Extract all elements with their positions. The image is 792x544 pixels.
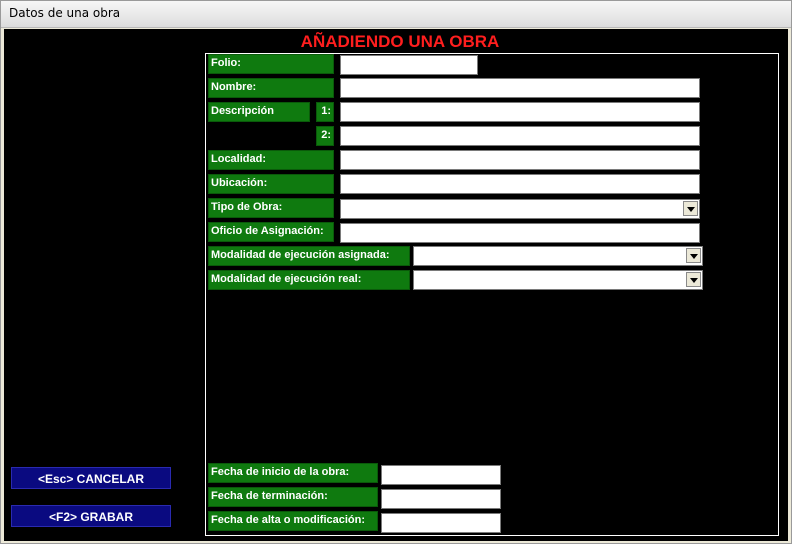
tipo-obra-select[interactable] bbox=[340, 199, 700, 219]
nombre-label: Nombre: bbox=[208, 78, 334, 98]
descripcion-2-input[interactable] bbox=[340, 126, 700, 146]
window: Datos de una obra AÑADIENDO UNA OBRA Fol… bbox=[0, 0, 792, 544]
modalidad-asignada-select[interactable] bbox=[413, 246, 703, 266]
chevron-down-icon[interactable] bbox=[683, 201, 698, 216]
descripcion-1-label: 1: bbox=[316, 102, 334, 122]
modalidad-asignada-label: Modalidad de ejecución asignada: bbox=[208, 246, 410, 266]
oficio-asignacion-label: Oficio de Asignación: bbox=[208, 222, 334, 242]
nombre-input[interactable] bbox=[340, 78, 700, 98]
form-area: AÑADIENDO UNA OBRA Folio: Nombre: Descri… bbox=[4, 29, 788, 541]
ubicacion-input[interactable] bbox=[340, 174, 700, 194]
fecha-inicio-label: Fecha de inicio de la obra: bbox=[208, 463, 378, 483]
descripcion-label: Descripción bbox=[208, 102, 310, 122]
oficio-asignacion-input[interactable] bbox=[340, 223, 700, 243]
save-button[interactable]: <F2> GRABAR bbox=[11, 505, 171, 527]
chevron-down-icon[interactable] bbox=[686, 248, 701, 263]
folio-input[interactable] bbox=[340, 55, 478, 75]
chevron-down-icon[interactable] bbox=[686, 272, 701, 287]
modalidad-real-select[interactable] bbox=[413, 270, 703, 290]
fecha-alta-label: Fecha de alta o modificación: bbox=[208, 511, 378, 531]
folio-label: Folio: bbox=[208, 54, 334, 74]
localidad-label: Localidad: bbox=[208, 150, 334, 170]
descripcion-2-label: 2: bbox=[316, 126, 334, 146]
modalidad-real-label: Modalidad de ejecución real: bbox=[208, 270, 410, 290]
title-bar[interactable]: Datos de una obra bbox=[1, 1, 791, 28]
form-heading: AÑADIENDO UNA OBRA bbox=[300, 32, 500, 51]
fecha-inicio-input[interactable] bbox=[381, 465, 501, 485]
fecha-alta-input[interactable] bbox=[381, 513, 501, 533]
descripcion-1-input[interactable] bbox=[340, 102, 700, 122]
tipo-obra-label: Tipo de Obra: bbox=[208, 198, 334, 218]
localidad-input[interactable] bbox=[340, 150, 700, 170]
window-title: Datos de una obra bbox=[9, 6, 121, 20]
cancel-button[interactable]: <Esc> CANCELAR bbox=[11, 467, 171, 489]
ubicacion-label: Ubicación: bbox=[208, 174, 334, 194]
fecha-terminacion-input[interactable] bbox=[381, 489, 501, 509]
fecha-terminacion-label: Fecha de terminación: bbox=[208, 487, 378, 507]
